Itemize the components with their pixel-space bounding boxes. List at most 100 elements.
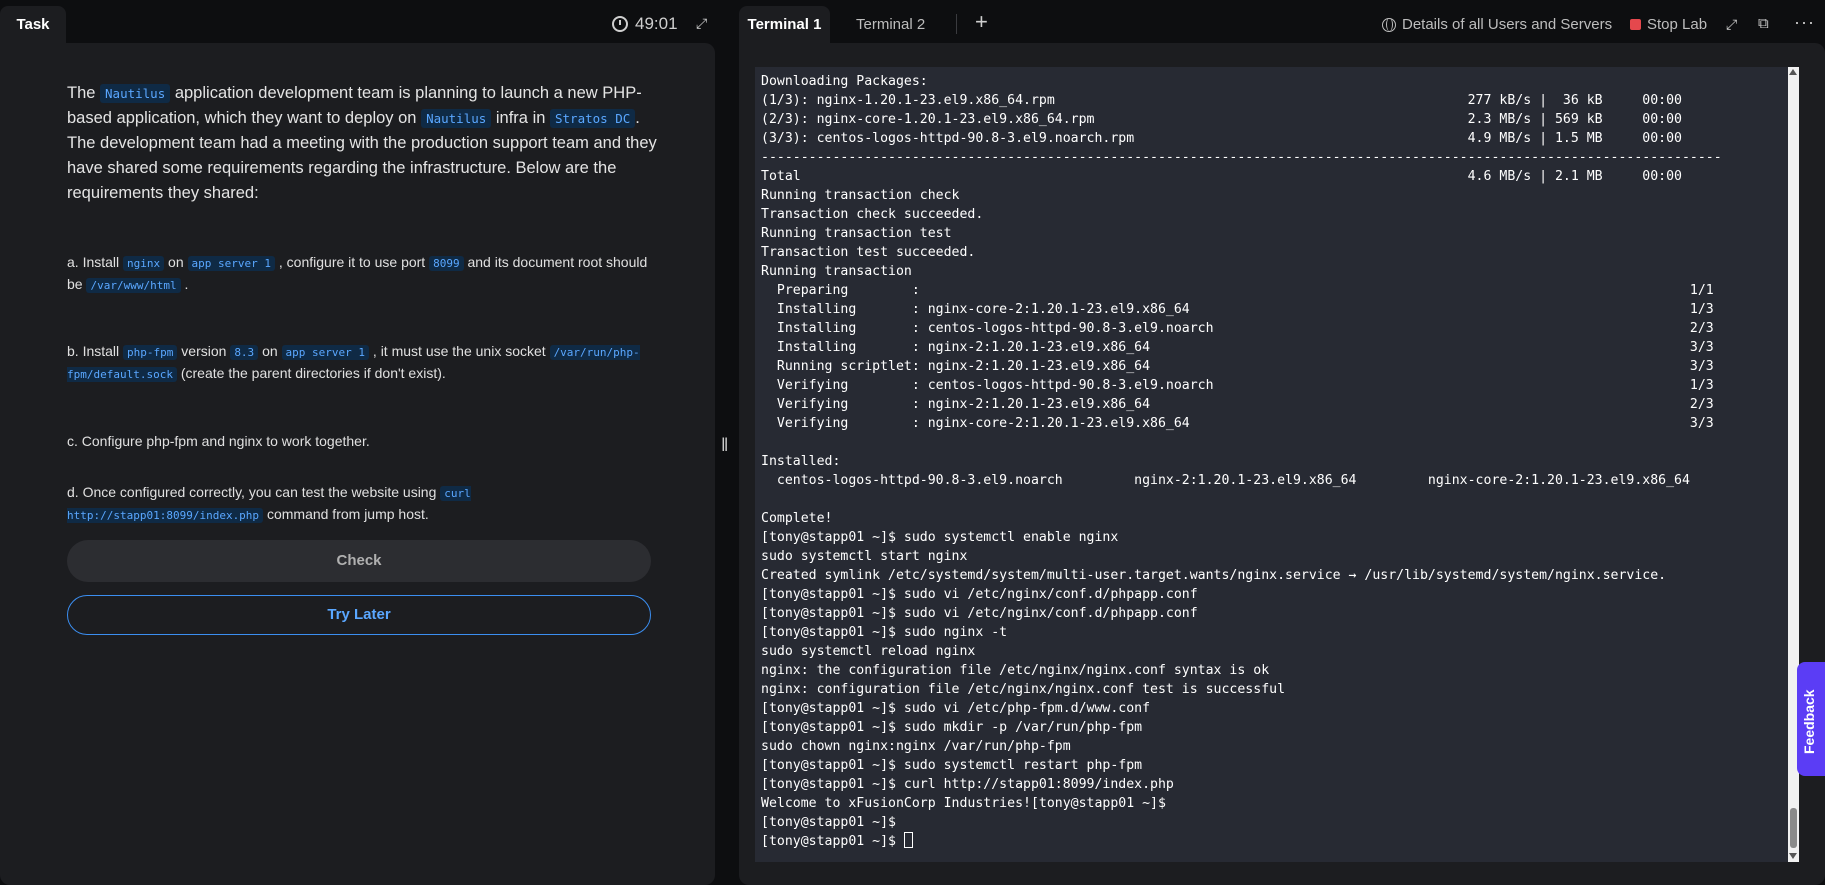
text-segment: . <box>180 276 189 292</box>
inline-code: app server 1 <box>281 345 370 360</box>
terminal-container: Downloading Packages: (1/3): nginx-1.20.1… <box>739 43 1825 885</box>
terminal-line: sudo chown nginx:nginx /var/run/php-fpm <box>761 739 1071 754</box>
terminal-line: Preparing : 1/1 <box>761 283 1714 298</box>
scroll-up-arrow-icon[interactable] <box>1789 69 1797 75</box>
check-button[interactable]: Check <box>67 540 651 582</box>
inline-code: 8.3 <box>230 345 259 360</box>
terminal-line: Verifying : nginx-2:1.20.1-23.el9.x86_64… <box>761 397 1714 412</box>
text-segment: on <box>164 254 188 270</box>
task-tabbar: Task 49:01 ⤢ <box>0 0 715 44</box>
requirement-item: b. Install php-fpm version 8.3 on app se… <box>67 341 657 385</box>
terminal-line: (2/3): nginx-core-1.20.1-23.el9.x86_64.r… <box>761 112 1682 127</box>
inline-code: nginx <box>123 256 165 271</box>
tab-task[interactable]: Task <box>0 6 66 44</box>
stop-lab-button[interactable]: Stop Lab <box>1630 16 1707 33</box>
tab-terminal-1[interactable]: Terminal 1 <box>739 6 830 44</box>
timer: 49:01 <box>612 14 678 34</box>
terminal-line: [tony@stapp01 ~]$ <box>761 815 896 830</box>
stop-icon <box>1630 19 1641 30</box>
requirement-item: c. Configure php-fpm and nginx to work t… <box>67 431 657 452</box>
text-segment: , it must use the unix socket <box>369 343 550 359</box>
terminal-line: [tony@stapp01 ~]$ sudo systemctl enable … <box>761 530 1119 545</box>
details-label: Details of all Users and Servers <box>1402 16 1613 33</box>
text-segment: d. Once configured correctly, you can te… <box>67 484 441 500</box>
tab-divider <box>956 14 957 34</box>
terminal-line: Running scriptlet: nginx-2:1.20.1-23.el9… <box>761 359 1714 374</box>
feedback-label: Feedback <box>1801 689 1817 754</box>
terminal-line: Installing : nginx-core-2:1.20.1-23.el9.… <box>761 302 1714 317</box>
terminal-line: (3/3): centos-logos-httpd-90.8-3.el9.noa… <box>761 131 1682 146</box>
terminal-line: [tony@stapp01 ~]$ sudo vi /etc/php-fpm.d… <box>761 701 1151 716</box>
terminal-screen[interactable]: Downloading Packages: (1/3): nginx-1.20.1… <box>755 67 1788 862</box>
terminal-line: [tony@stapp01 ~]$ sudo systemctl restart… <box>761 758 1143 773</box>
requirement-item: d. Once configured correctly, you can te… <box>67 482 657 526</box>
details-users-servers-button[interactable]: Details of all Users and Servers <box>1382 16 1612 33</box>
expand-icon[interactable]: ⤢ <box>696 16 710 30</box>
task-panel: Task 49:01 ⤢ The Nautilus application de… <box>0 0 715 885</box>
terminal-line: sudo systemctl reload nginx <box>761 644 976 659</box>
terminal-line: ----------------------------------------… <box>761 150 1722 165</box>
terminal-line: nginx: configuration file /etc/nginx/ngi… <box>761 682 1286 697</box>
terminal-line: Downloading Packages: <box>761 74 928 89</box>
inline-code: Nautilus <box>100 84 171 103</box>
terminal-cursor <box>903 832 913 848</box>
terminal-line: Verifying : nginx-core-2:1.20.1-23.el9.x… <box>761 416 1714 431</box>
scroll-down-arrow-icon[interactable] <box>1789 853 1797 859</box>
text-segment: on <box>258 343 282 359</box>
stop-label: Stop Lab <box>1647 16 1708 33</box>
text-segment: infra in <box>491 109 550 127</box>
terminal-line: [tony@stapp01 ~]$ sudo mkdir -p /var/run… <box>761 720 1143 735</box>
requirement-item: a. Install nginx on app server 1 , confi… <box>67 252 657 296</box>
try-later-button[interactable]: Try Later <box>67 595 651 635</box>
text-segment: version <box>177 343 231 359</box>
terminal-line: Running transaction test <box>761 226 952 241</box>
terminal-tabbar: Terminal 1 Terminal 2 + Details of all U… <box>739 0 1825 44</box>
terminal-line: Total 4.6 MB/s | 2.1 MB 00:00 <box>761 169 1682 184</box>
inline-code: php-fpm <box>123 345 178 360</box>
text-segment: The <box>67 84 101 102</box>
open-external-icon[interactable]: ⧉ <box>1758 15 1769 32</box>
stopwatch-icon <box>612 16 628 32</box>
terminal-line: Verifying : centos-logos-httpd-90.8-3.el… <box>761 378 1714 393</box>
feedback-button[interactable]: Feedback <box>1797 662 1825 776</box>
text-segment: command from jump host. <box>263 506 429 522</box>
inline-code: /var/www/html <box>86 278 181 293</box>
inline-code: app server 1 <box>187 256 275 271</box>
panel-splitter-handle[interactable]: ‖ <box>721 436 728 454</box>
terminal-line: Welcome to xFusionCorp Industries![tony@… <box>761 796 1166 811</box>
terminal-line: [tony@stapp01 ~]$ sudo vi /etc/nginx/con… <box>761 606 1198 621</box>
text-segment: b. Install <box>67 343 124 359</box>
terminal-line: [tony@stapp01 ~]$ <box>761 832 1786 851</box>
terminal-line: nginx: the configuration file /etc/nginx… <box>761 663 1270 678</box>
terminal-line: Installing : centos-logos-httpd-90.8-3.e… <box>761 321 1714 336</box>
text-segment: (create the parent directories if don't … <box>176 365 446 381</box>
terminal-panel: Terminal 1 Terminal 2 + Details of all U… <box>739 0 1825 885</box>
terminal-line: Transaction check succeeded. <box>761 207 984 222</box>
terminal-line: Running transaction check <box>761 188 960 203</box>
terminal-line: [tony@stapp01 ~]$ sudo vi /etc/nginx/con… <box>761 587 1198 602</box>
terminal-line: Created symlink /etc/systemd/system/mult… <box>761 568 1667 583</box>
add-tab-button[interactable]: + <box>975 11 988 33</box>
tab-terminal-2[interactable]: Terminal 2 <box>856 16 925 33</box>
more-options-icon[interactable]: ··· <box>1794 12 1815 33</box>
terminal-line: Installed: <box>761 454 841 469</box>
requirements-list: a. Install nginx on app server 1 , confi… <box>67 252 657 526</box>
expand-icon[interactable]: ⤢ <box>1726 16 1737 33</box>
globe-icon <box>1382 17 1396 32</box>
terminal-line: centos-logos-httpd-90.8-3.el9.noarch ngi… <box>761 473 1690 488</box>
terminal-line: (1/3): nginx-1.20.1-23.el9.x86_64.rpm 27… <box>761 93 1682 108</box>
terminal-line: Running transaction <box>761 264 912 279</box>
task-content: The Nautilus application development tea… <box>0 43 715 885</box>
text-segment: a. Install <box>67 254 124 270</box>
terminal-output: Downloading Packages: (1/3): nginx-1.20.1… <box>761 72 1786 851</box>
text-segment: c. Configure php-fpm and nginx to work t… <box>67 433 370 449</box>
terminal-line: sudo systemctl start nginx <box>761 549 968 564</box>
task-intro: The Nautilus application development tea… <box>67 81 657 206</box>
scrollbar-thumb[interactable] <box>1790 808 1797 848</box>
terminal-line: Complete! <box>761 511 833 526</box>
terminal-line: [tony@stapp01 ~]$ sudo nginx -t <box>761 625 1008 640</box>
terminal-line: Installing : nginx-2:1.20.1-23.el9.x86_6… <box>761 340 1714 355</box>
inline-code: Stratos DC <box>550 109 636 128</box>
